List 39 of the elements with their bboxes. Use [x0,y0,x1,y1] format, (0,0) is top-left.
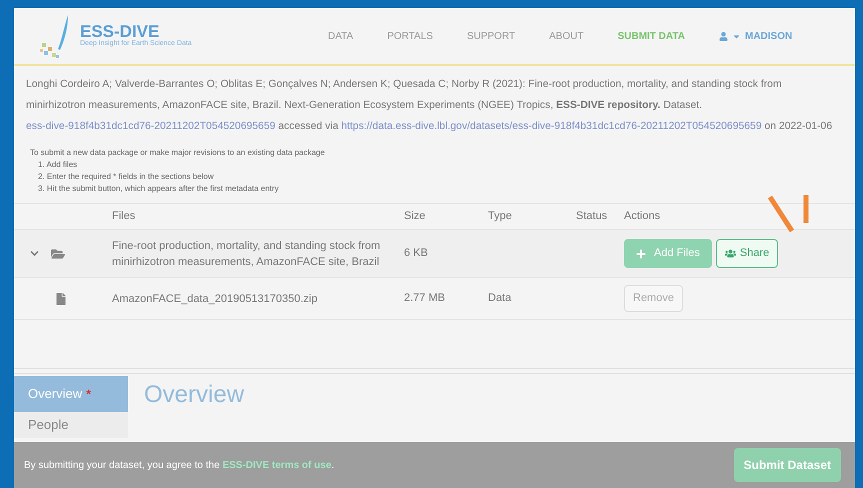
column-header: Status [576,209,608,224]
chevron-icon[interactable] [30,249,39,258]
nav-link[interactable]: SUBMIT DATA [618,28,685,44]
instructions-intro: To submit a new data package or make major revisions to an existing data package [30,147,326,159]
section-tab[interactable]: Overview * [14,376,128,412]
folder-icon [51,246,65,260]
file-size: 6 KB [404,246,429,262]
file-size: 2.77 MB [404,291,446,306]
column-header: Size [404,209,426,224]
instruction-step: 3. Hit the submit button, which appears after the first metadata entry [30,183,839,195]
logo-title: ESS-DIVE [80,23,160,40]
nav-link[interactable]: PORTALS [387,28,433,44]
remove-button[interactable]: Remove [624,285,683,312]
users-icon [724,248,736,259]
nav-link[interactable]: ABOUT [549,28,584,44]
nav-link[interactable]: SUPPORT [466,28,516,44]
add-files-button[interactable]: Add Files [624,239,712,268]
column-header: Files [111,209,136,224]
file-type: Data [488,291,512,306]
plus-icon [636,248,646,258]
citation-text: Longhi Cordeiro A; Valverde-Barrantes O; Oblitas E; Gonçalves N; Andersen K; Quesada C; Norby R (2021): Fine-root production, mortality, and standing stock from minirhizotron measurements, AmazonFACE site, Brazil. Next-Generation Ecosystem Experiments (NGEE) Tropics, ESS-DIVE repository. Dataset. ess-dive-918f4b31dc1cd76-20211202T054520695659 accessed via https://data.ess-dive.lbl.gov/datasets/ess-dive-918f4b31dc1cd76-20211202T054520695659 on 2022-01-06 [25,78,834,134]
dataset-url-link[interactable]: https://data.ess-dive.lbl.gov/datasets/ess-dive-918f4b31dc1cd76-20211202T054520695659 [341,121,762,132]
file-name: AmazonFACE_data_20190513170350.zip [112,292,318,306]
instruction-step: 1. Add files [30,159,839,171]
section-tab[interactable]: People [14,412,128,438]
instruction-step: 2. Enter the required * fields in the sections below [30,171,839,183]
user-icon [718,32,728,40]
share-button[interactable]: Share [716,239,778,268]
terms-text: By submitting your dataset, you agree to the ESS-DIVE terms of use. [24,458,334,472]
column-header: Type [488,209,513,224]
user-menu[interactable]: MADISON [718,28,792,44]
column-header: Actions [624,209,660,224]
file-icon [56,292,66,304]
submit-dataset-button[interactable]: Submit Dataset [734,448,841,482]
doi-link[interactable]: ess-dive-918f4b31dc1cd76-20211202T054520695659 [26,121,276,132]
nav-link[interactable]: DATA [328,28,354,44]
section-title: Overview [144,380,244,410]
terms-link[interactable]: ESS-DIVE terms of use [222,460,332,470]
file-name: Fine-root production, mortality, and standing stock from minirhizotron measurements, AmazonFACE site, Brazil [112,238,382,270]
